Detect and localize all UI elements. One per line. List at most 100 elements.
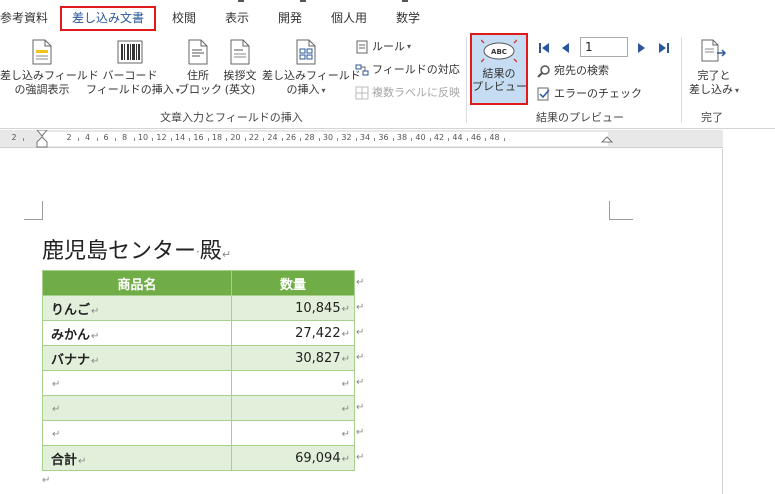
- previous-record-icon[interactable]: [559, 41, 571, 55]
- finish-merge-button[interactable]: 完了と 差し込み ▾: [684, 39, 744, 98]
- ruler-number: 36: [378, 133, 389, 142]
- window-notch: [238, 0, 244, 2]
- check-errors-label: エラーのチェック: [554, 87, 642, 100]
- finish-merge-label-1: 完了と: [697, 69, 731, 82]
- ruler-number: 48: [489, 133, 500, 142]
- right-indent-marker[interactable]: [601, 130, 613, 148]
- rules-button[interactable]: ルール ▾: [355, 39, 411, 55]
- chevron-down-icon: ▾: [321, 86, 326, 95]
- insert-merge-field-button[interactable]: 差し込みフィールド の挿入 ▾: [262, 39, 361, 98]
- table-row: みかん↵ 27,422↵: [42, 320, 355, 346]
- recipient-name: 鹿児島センター: [42, 239, 197, 264]
- product-quantity-table[interactable]: 商品名 数量 りんご↵ 10,845↵ みかん↵ 27,422↵ バナナ↵ 30…: [42, 270, 355, 471]
- recipient-heading[interactable]: 鹿児島センター·殿↵: [42, 233, 231, 265]
- ruler-number: 14: [174, 133, 186, 142]
- preview-results-label-2: プレビュー: [472, 80, 527, 93]
- match-fields-label: フィールドの対応: [372, 63, 460, 76]
- address-block-label-2: ブロック: [178, 83, 222, 96]
- address-block-button[interactable]: 住所 ブロック: [178, 39, 222, 97]
- rules-icon: [356, 40, 368, 54]
- ruler-number: 40: [415, 133, 426, 142]
- ruler-number: 32: [341, 133, 352, 142]
- ruler-number: 10: [137, 133, 149, 142]
- ruler-tick: [503, 138, 505, 141]
- horizontal-ruler[interactable]: 2 2 4 6 8 10 12 14 16 18 20 22 24 26 28 30 32 34 36 38 40 42 4…: [0, 130, 723, 148]
- greeting-line-button[interactable]: 挨拶文 (英文): [219, 39, 261, 97]
- page-margin-strip: [723, 149, 775, 494]
- highlight-merge-fields-button[interactable]: 差し込みフィールド の強調表示: [0, 39, 99, 97]
- barcode-icon: [117, 40, 143, 64]
- chevron-down-icon: ▾: [407, 42, 412, 51]
- crop-mark: [42, 201, 43, 219]
- next-record-icon[interactable]: [636, 41, 648, 55]
- preview-results-button[interactable]: ABC 結果の プレビュー: [470, 33, 528, 105]
- ruler-number: 22: [248, 133, 260, 142]
- check-errors-button[interactable]: エラーのチェック: [537, 86, 642, 102]
- window-notch: [300, 0, 306, 2]
- tab-review[interactable]: 校閲: [172, 7, 196, 29]
- document-highlight-icon: [32, 39, 52, 65]
- cell-end-mark: ↵: [52, 378, 61, 390]
- highlight-merge-fields-label-2: の強調表示: [14, 83, 70, 96]
- tab-view[interactable]: 表示: [225, 7, 249, 29]
- crop-mark: [609, 219, 633, 220]
- row-end-mark: ↵: [356, 401, 365, 413]
- ruler-number: 46: [470, 133, 482, 142]
- ruler-number: 16: [193, 133, 204, 142]
- row-end-mark: ↵: [356, 351, 365, 363]
- insert-barcode-field-button[interactable]: バーコード フィールドの挿入 ▾: [86, 39, 180, 98]
- cell-end-mark: ↵: [341, 378, 350, 390]
- preview-results-label-1: 結果の: [482, 67, 516, 80]
- ruler-number: 42: [433, 133, 445, 142]
- ruler-number: 28: [304, 133, 315, 142]
- ruler-tick: [23, 138, 24, 141]
- ruler-number: 8: [121, 133, 128, 142]
- barcode-label-2: フィールドの挿入: [86, 83, 174, 96]
- cell-end-mark: ↵: [91, 355, 100, 367]
- find-recipient-label: 宛先の検索: [554, 64, 609, 77]
- ruler-number: 2: [66, 133, 72, 142]
- document-canvas[interactable]: 鹿児島センター·殿↵ 商品名 数量 りんご↵ 10,845↵ みかん↵ 27,4…: [0, 149, 775, 494]
- greeting-line-label-1: 挨拶文: [223, 69, 257, 82]
- table-header-row: 商品名 数量: [42, 270, 355, 296]
- address-block-label-1: 住所: [187, 69, 209, 82]
- group-separator: [466, 37, 467, 123]
- search-icon: [537, 65, 550, 78]
- record-number-input[interactable]: 1: [580, 37, 628, 57]
- table-row: りんご↵ 10,845↵: [42, 295, 355, 321]
- tab-developer[interactable]: 開発: [278, 7, 302, 29]
- paragraph-mark: ↵: [42, 475, 51, 486]
- ruler-number: 30: [322, 133, 334, 142]
- window-notch: [402, 0, 408, 2]
- update-labels-label: 複数ラベルに反映: [372, 86, 460, 99]
- finish-merge-icon: [701, 39, 727, 62]
- ribbon-tab-bar: 参考資料 差し込み文書 校閲 表示 開発 個人用 数学: [0, 0, 775, 33]
- total-label-cell: 合計: [51, 452, 78, 468]
- honorific: 殿: [199, 239, 222, 264]
- match-fields-icon: [355, 64, 369, 76]
- table-row: ↵ ↵: [42, 395, 355, 421]
- first-line-indent-marker[interactable]: [36, 130, 48, 148]
- highlight-merge-fields-label-1: 差し込みフィールド: [0, 69, 99, 82]
- svg-text:ABC: ABC: [491, 48, 507, 56]
- insert-merge-field-label-1: 差し込みフィールド: [262, 69, 361, 82]
- row-end-mark: ↵: [356, 426, 365, 438]
- update-labels-button[interactable]: 複数ラベルに反映: [355, 85, 460, 101]
- first-record-icon[interactable]: [537, 41, 551, 55]
- paragraph-mark: ↵: [221, 248, 232, 261]
- update-labels-icon: [355, 86, 369, 100]
- find-recipient-button[interactable]: 宛先の検索: [537, 63, 609, 79]
- cell-end-mark: ↵: [341, 453, 350, 465]
- product-name-cell: バナナ: [51, 352, 91, 368]
- ribbon: 差し込みフィールド の強調表示 バーコード フィールドの挿入▾ 住所 ブロック: [0, 33, 775, 129]
- tab-references[interactable]: 参考資料: [0, 7, 48, 29]
- ruler-number: 26: [285, 133, 297, 142]
- match-fields-button[interactable]: フィールドの対応: [355, 62, 460, 78]
- tab-mailings[interactable]: 差し込み文書: [60, 6, 157, 31]
- row-end-mark: ↵: [356, 301, 365, 313]
- last-record-icon[interactable]: [657, 41, 671, 55]
- tab-math[interactable]: 数学: [396, 7, 420, 29]
- greeting-line-icon: [230, 39, 250, 65]
- row-end-mark: ↵: [356, 276, 365, 288]
- tab-personal[interactable]: 個人用: [331, 7, 367, 29]
